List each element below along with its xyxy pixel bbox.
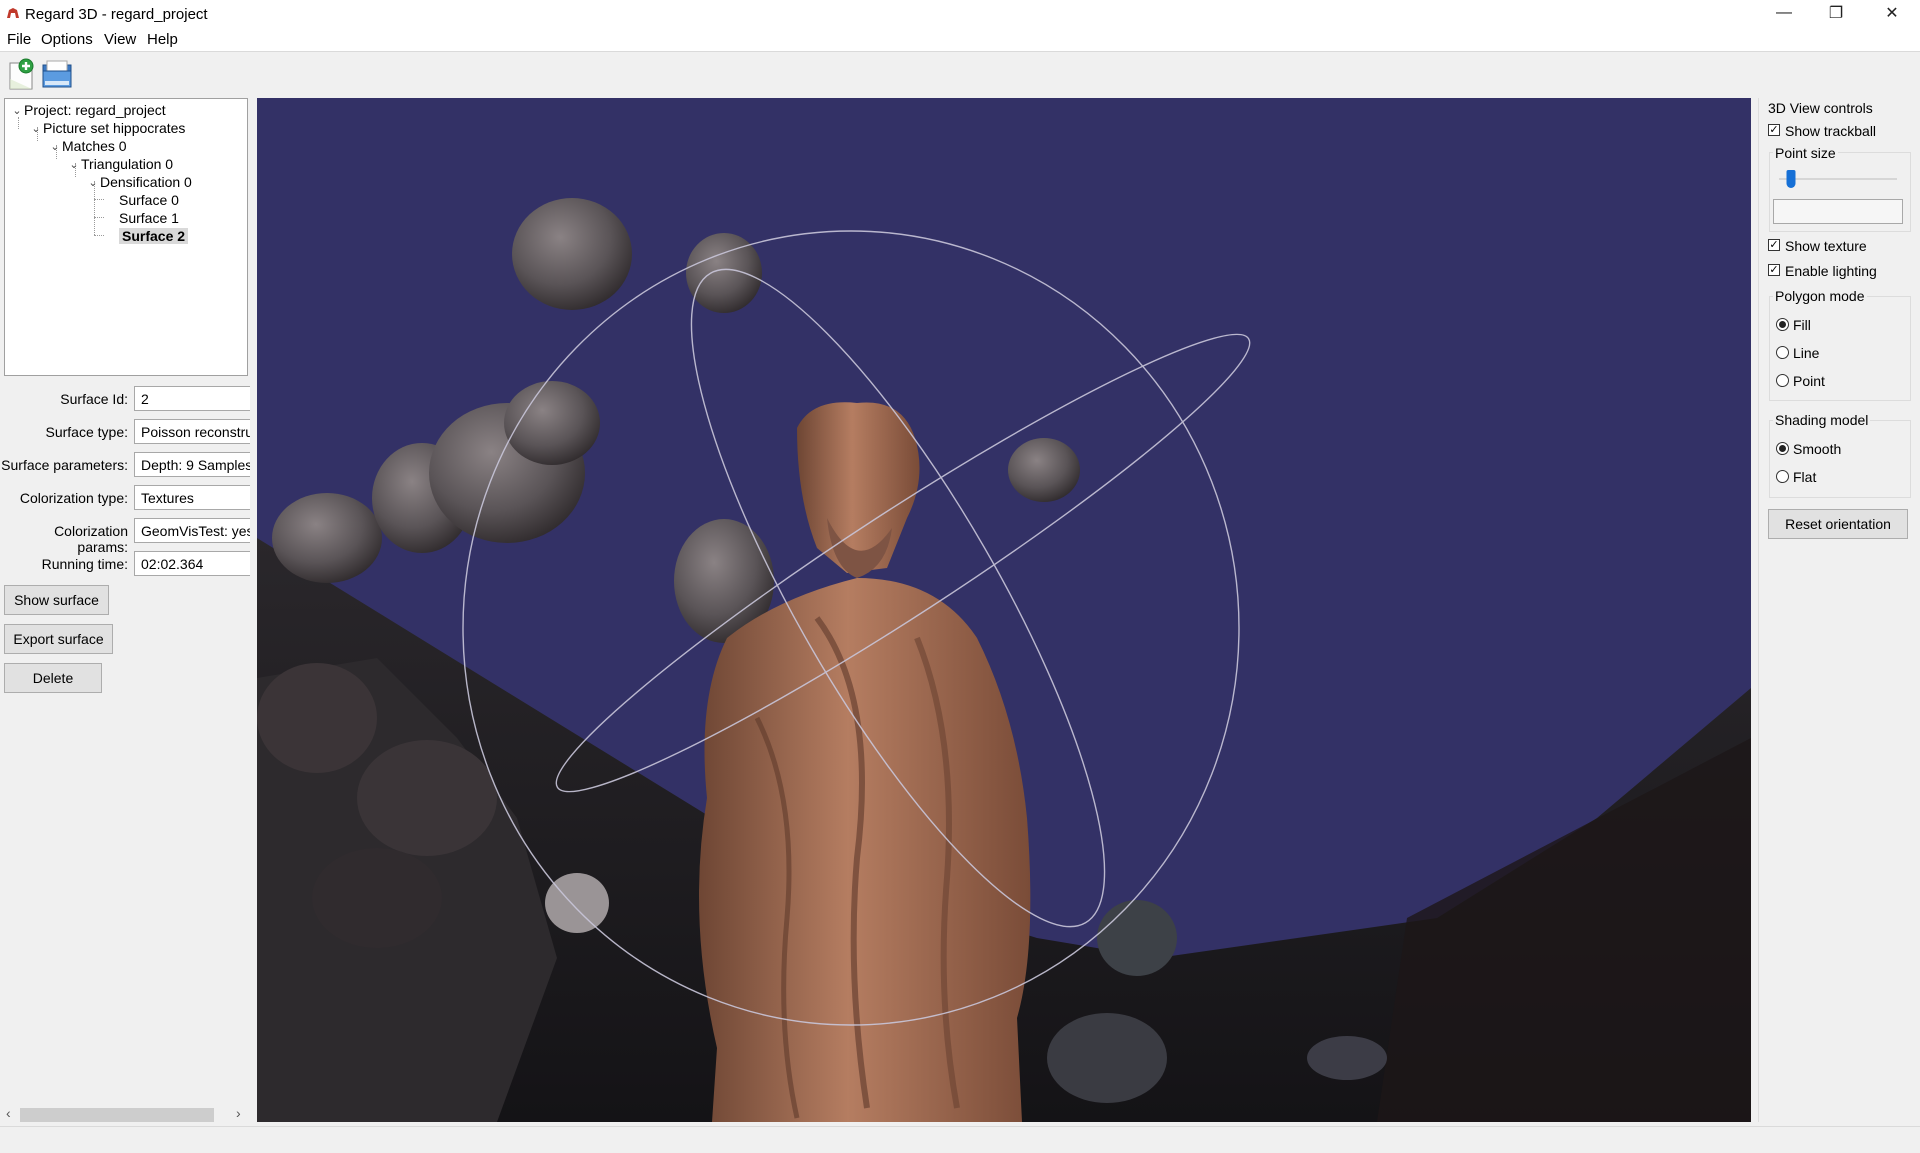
colorization-params-field[interactable]: GeomVisTest: yes <box>134 518 250 543</box>
toolbar <box>0 52 1920 96</box>
tree-guide-line <box>94 235 104 236</box>
new-project-icon[interactable] <box>4 57 38 91</box>
chevron-down-icon[interactable]: ⌄ <box>48 140 62 153</box>
menu-file[interactable]: File <box>7 31 31 48</box>
3d-viewport[interactable] <box>257 98 1751 1122</box>
point-size-slider-thumb[interactable] <box>1786 170 1796 188</box>
open-project-icon[interactable] <box>40 57 74 91</box>
menu-options[interactable]: Options <box>41 31 93 48</box>
restore-icon: ❐ <box>1828 5 1844 22</box>
scroll-left-icon[interactable]: ‹ <box>6 1105 11 1121</box>
status-bar <box>0 1126 1920 1153</box>
tree-item-surface-0[interactable]: Surface 0 <box>119 190 179 210</box>
point-size-label: Point size <box>1773 145 1838 161</box>
tree-guide-line <box>94 217 104 218</box>
view-controls-panel: 3D View controls ✓ Show trackball Point … <box>1758 98 1920 1122</box>
polygon-point-label: Point <box>1793 373 1825 389</box>
view-controls-title: 3D View controls <box>1768 100 1873 116</box>
surface-parameters-field[interactable]: Depth: 9 Samples <box>134 452 250 477</box>
rock <box>1307 1036 1387 1080</box>
shading-smooth-label: Smooth <box>1793 441 1842 457</box>
minimize-button[interactable]: — <box>1756 0 1812 26</box>
running-time-field[interactable]: 02:02.364 <box>134 551 250 576</box>
scroll-right-icon[interactable]: › <box>236 1105 241 1121</box>
menu-bar: File Options View Help <box>0 29 1920 52</box>
rock <box>512 198 632 310</box>
close-button[interactable]: ✕ <box>1864 0 1920 26</box>
rock <box>272 493 382 583</box>
tree-item-triangulation[interactable]: ⌄ Triangulation 0 <box>67 154 173 174</box>
colorization-type-label: Colorization type: <box>19 490 128 506</box>
shading-flat-radio[interactable] <box>1776 470 1789 483</box>
tree-item-matches[interactable]: ⌄ Matches 0 <box>48 136 126 156</box>
show-trackball-label: Show trackball <box>1785 123 1877 139</box>
rock <box>545 873 609 933</box>
rock <box>1047 1013 1167 1103</box>
colorization-type-field[interactable]: Textures <box>134 485 250 510</box>
tree-item-surface-1[interactable]: Surface 1 <box>119 208 179 228</box>
point-size-slider-track[interactable] <box>1779 178 1897 180</box>
enable-lighting-label: Enable lighting <box>1785 263 1877 279</box>
shading-flat-label: Flat <box>1793 469 1817 485</box>
delete-button[interactable]: Delete <box>4 663 102 693</box>
polygon-mode-title: Polygon mode <box>1773 288 1867 304</box>
chevron-down-icon[interactable]: ⌄ <box>86 176 100 189</box>
polygon-point-radio[interactable] <box>1776 374 1789 387</box>
rock <box>357 740 497 856</box>
rock <box>1097 900 1177 976</box>
polygon-mode-group <box>1769 296 1911 401</box>
show-texture-label: Show texture <box>1785 238 1867 254</box>
tree-item-picture-set[interactable]: ⌄ Picture set hippocrates <box>29 118 185 138</box>
show-surface-button[interactable]: Show surface <box>4 585 109 615</box>
tree-item-project[interactable]: ⌄ Project: regard_project <box>10 100 165 120</box>
polygon-fill-radio[interactable] <box>1776 318 1789 331</box>
chevron-down-icon[interactable]: ⌄ <box>67 158 81 171</box>
rock <box>1008 438 1080 502</box>
polygon-fill-label: Fill <box>1793 317 1811 333</box>
title-bar: Regard 3D - regard_project — ❐ ✕ <box>0 0 1920 30</box>
rock <box>257 663 377 773</box>
chevron-down-icon[interactable]: ⌄ <box>10 104 24 117</box>
window-title: Regard 3D - regard_project <box>25 6 208 23</box>
surface-type-field[interactable]: Poisson reconstru <box>134 419 250 444</box>
shading-model-title: Shading model <box>1773 412 1871 428</box>
show-trackball-checkbox[interactable]: ✓ <box>1768 124 1780 136</box>
surface-id-label: Surface Id: <box>60 391 128 407</box>
enable-lighting-checkbox[interactable]: ✓ <box>1768 264 1780 276</box>
reset-orientation-button[interactable]: Reset orientation <box>1768 509 1908 539</box>
colorization-params-label: Colorization params: <box>54 523 128 555</box>
rock <box>312 848 442 948</box>
show-texture-checkbox[interactable]: ✓ <box>1768 239 1780 251</box>
tree-item-densification[interactable]: ⌄ Densification 0 <box>86 172 191 192</box>
statue-model <box>699 402 1031 1122</box>
left-panel-scrollbar[interactable]: ‹ › <box>0 1104 250 1124</box>
point-size-field[interactable] <box>1773 199 1903 224</box>
project-tree[interactable]: ⌄ Project: regard_project ⌄ Picture set … <box>4 98 248 376</box>
surface-parameters-label: Surface parameters: <box>1 457 128 473</box>
menu-help[interactable]: Help <box>147 31 178 48</box>
close-icon: ✕ <box>1885 5 1899 22</box>
ground-surface <box>1377 738 1751 1122</box>
app-logo-icon <box>7 8 19 18</box>
surface-id-field[interactable]: 2 <box>134 386 250 411</box>
shading-smooth-radio[interactable] <box>1776 442 1789 455</box>
menu-view[interactable]: View <box>104 31 136 48</box>
3d-scene <box>257 198 1751 1122</box>
chevron-down-icon[interactable]: ⌄ <box>29 122 43 135</box>
restore-button[interactable]: ❐ <box>1808 0 1864 26</box>
scrollbar-thumb[interactable] <box>20 1108 214 1122</box>
surface-type-label: Surface type: <box>45 424 129 440</box>
running-time-label: Running time: <box>41 556 128 572</box>
export-surface-button[interactable]: Export surface <box>4 624 113 654</box>
minimize-icon: — <box>1776 4 1792 21</box>
shading-model-group <box>1769 420 1911 498</box>
polygon-line-label: Line <box>1793 345 1820 361</box>
tree-guide-line <box>94 199 104 200</box>
tree-item-surface-2[interactable]: Surface 2 <box>119 226 189 246</box>
polygon-line-radio[interactable] <box>1776 346 1789 359</box>
